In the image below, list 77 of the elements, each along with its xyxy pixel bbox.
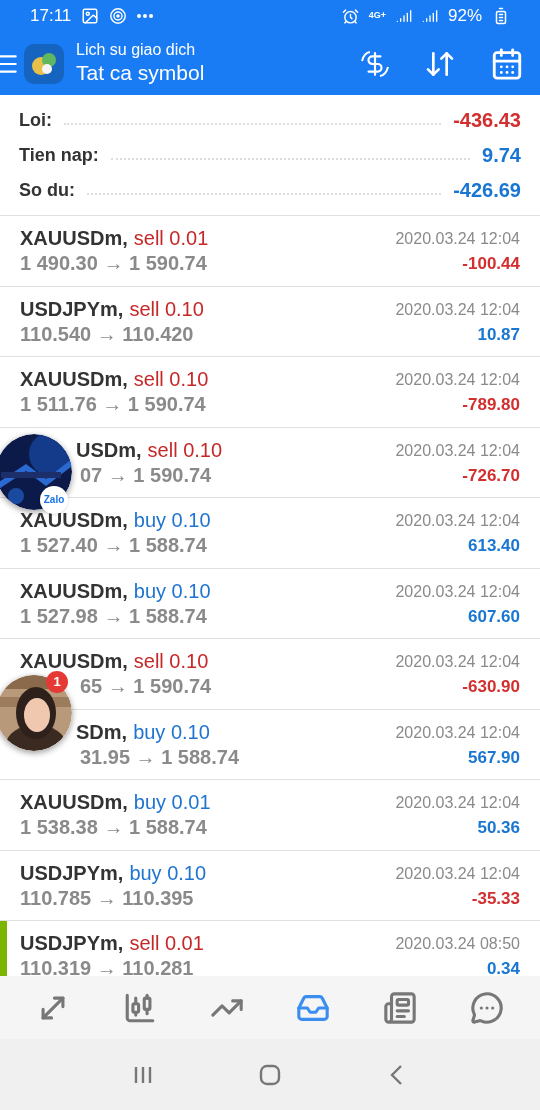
trade-side: sell 0.10: [133, 367, 209, 392]
price-range: 110.540 → 110.420: [20, 321, 194, 347]
network-type: 4G+: [368, 9, 386, 23]
chat-bubble-icon[interactable]: [469, 990, 504, 1025]
trade-time: 2020.03.24 12:04: [395, 863, 520, 884]
trade-side: buy 0.10: [133, 508, 211, 533]
trade-side: sell 0.10: [133, 649, 209, 674]
signal-icon: [395, 8, 412, 24]
trade-side: buy 0.10: [133, 578, 211, 604]
trade-time: 2020.03.24 12:04: [395, 722, 520, 743]
trade-result: 607.60: [468, 605, 520, 628]
screen-title[interactable]: Tat ca symbol: [76, 60, 205, 87]
trade-side: buy 0.01: [133, 790, 211, 815]
trade-time: 2020.03.24 12:04: [395, 229, 520, 249]
trade-side: buy 0.10: [129, 860, 207, 886]
symbol-name: USDm,: [76, 437, 142, 463]
app-logo-icon[interactable]: [24, 43, 64, 84]
symbol-name: XAUUSDm,: [20, 649, 128, 674]
symbol-name: USDJPYm,: [20, 931, 124, 956]
clock-time: 17:11: [30, 5, 72, 28]
trade-side: buy 0.10: [133, 719, 210, 745]
trade-side: sell 0.10: [129, 296, 204, 322]
summary-label: Loi:: [19, 108, 52, 132]
symbol-name: XAUUSDm,: [20, 226, 128, 251]
trade-result: 0.34: [486, 958, 520, 976]
symbol-name: USDJPYm,: [20, 860, 124, 886]
price-range: 1 527.98 → 1 588.74: [20, 603, 207, 629]
more-icon: [137, 14, 154, 18]
alarm-icon: [341, 7, 359, 25]
trade-result: 50.36: [477, 817, 520, 839]
notification-badge: 1: [46, 671, 68, 693]
screen-subtitle: Lich su giao dich: [76, 40, 197, 61]
trade-result: -726.70: [462, 464, 520, 487]
trade-time: 2020.03.24 12:04: [395, 370, 520, 390]
spiral-icon: [109, 7, 128, 25]
trade-time: 2020.03.24 08:50: [395, 934, 520, 954]
trade-side: sell 0.01: [133, 226, 209, 251]
trade-time: 2020.03.24 12:04: [395, 652, 520, 672]
newspaper-icon[interactable]: [382, 990, 417, 1025]
home-icon[interactable]: [259, 1063, 281, 1086]
trade-time: 2020.03.24 12:04: [395, 511, 520, 531]
price-range: 65 → 1 590.74: [80, 674, 212, 699]
trade-result: -630.90: [462, 676, 520, 698]
trade-time: 2020.03.24 12:04: [395, 793, 520, 813]
summary-value: -436.43: [453, 108, 521, 133]
trade-result: -35.33: [471, 887, 520, 910]
price-range: 1 490.30 → 1 590.74: [20, 251, 207, 276]
price-range: 1 527.40 → 1 588.74: [20, 533, 207, 558]
trade-result: 613.40: [468, 535, 520, 557]
symbol-name: XAUUSDm,: [20, 578, 128, 604]
price-range: 1 538.38 → 1 588.74: [20, 815, 207, 840]
price-range: 31.95 → 1 588.74: [80, 744, 239, 770]
symbol-name: USDJPYm,: [20, 296, 124, 322]
gallery-icon: [81, 7, 100, 25]
summary-label: So du:: [19, 178, 75, 202]
trade-time: 2020.03.24 12:04: [395, 440, 520, 461]
symbol-name: XAUUSDm,: [20, 790, 128, 815]
price-range: 110.785 → 110.395: [20, 885, 194, 911]
trade-side: sell 0.01: [129, 931, 204, 956]
trade-result: 567.90: [468, 746, 520, 769]
price-range: 110.319 → 110.281: [20, 956, 194, 976]
summary-label: Tien nap:: [19, 143, 99, 167]
symbol-name: SDm,: [76, 719, 128, 745]
calendar-icon[interactable]: [490, 46, 524, 81]
trade-result: -789.80: [462, 394, 520, 416]
trade-time: 2020.03.24 12:04: [395, 299, 520, 320]
signal-icon: [421, 8, 438, 24]
summary-value: -426.69: [453, 178, 521, 203]
trade-side: sell 0.10: [147, 437, 223, 463]
trade-result: 10.87: [477, 323, 520, 346]
battery-percent: 92%: [447, 5, 482, 28]
summary-value: 9.74: [482, 143, 521, 168]
symbol-name: XAUUSDm,: [20, 367, 128, 392]
price-range: 1 511.76 → 1 590.74: [20, 392, 206, 417]
price-range: 07 → 1 590.74: [80, 462, 212, 488]
trade-result: -100.44: [462, 253, 520, 275]
trade-time: 2020.03.24 12:04: [395, 581, 520, 602]
